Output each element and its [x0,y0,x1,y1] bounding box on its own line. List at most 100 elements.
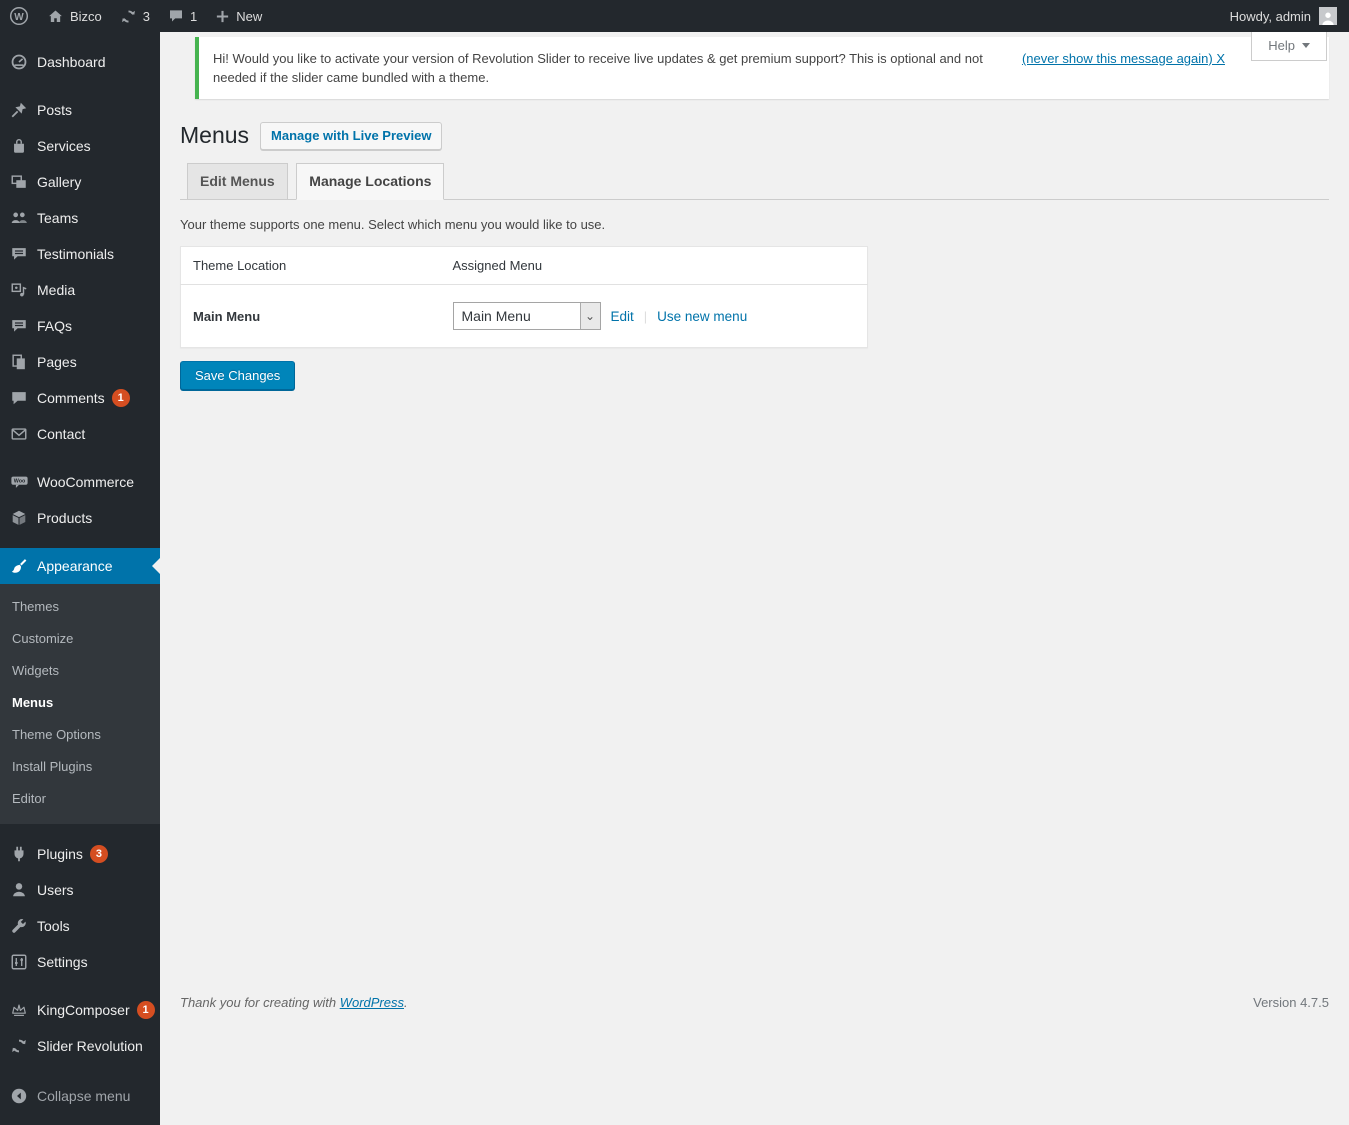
help-tab[interactable]: Help [1251,32,1327,61]
sidebar-item-kingcomposer[interactable]: KingComposer 1 [0,992,160,1028]
submenu-item-install-plugins[interactable]: Install Plugins [0,751,160,783]
sidebar-item-posts[interactable]: Posts [0,92,160,128]
sidebar-item-users[interactable]: Users [0,872,160,908]
footer-version: Version 4.7.5 [1253,995,1329,1010]
comments-badge: 1 [112,389,130,407]
updates-count: 3 [143,9,150,24]
avatar[interactable] [1319,7,1337,25]
wordpress-link[interactable]: WordPress [340,995,404,1010]
notice-message: Hi! Would you like to activate your vers… [213,49,1013,87]
svg-text:W: W [14,12,24,23]
people-icon [9,209,29,227]
dismiss-notice-link[interactable]: (never show this message again) X [1022,51,1225,66]
admin-bar: W Bizco 3 1 New Howdy, admin [0,0,1349,32]
sidebar-item-gallery[interactable]: Gallery [0,164,160,200]
quote-bubble-icon [9,317,29,335]
sidebar-item-testimonials[interactable]: Testimonials [0,236,160,272]
submenu-item-customize[interactable]: Customize [0,623,160,655]
edit-menu-link[interactable]: Edit [611,309,634,324]
link-separator: | [644,309,647,324]
submenu-item-widgets[interactable]: Widgets [0,655,160,687]
new-content-link[interactable]: New [206,0,271,32]
comments-link[interactable]: 1 [159,0,206,32]
brush-icon [9,557,29,575]
kingcomposer-badge: 1 [137,1001,155,1019]
save-changes-button[interactable]: Save Changes [180,361,295,390]
submenu-item-editor[interactable]: Editor [0,783,160,815]
box-icon [9,509,29,527]
footer: Thank you for creating with WordPress. V… [180,995,1329,1010]
use-new-menu-link[interactable]: Use new menu [657,309,747,324]
collapse-menu-button[interactable]: Collapse menu [0,1078,160,1114]
chevron-down-icon [1302,43,1310,52]
select-chevron-icon: ⌄ [580,303,600,329]
home-icon [47,8,64,25]
column-header-assigned-menu: Assigned Menu [441,247,868,285]
assigned-menu-select[interactable]: Main Menu ⌄ [453,302,601,330]
sliders-icon [9,953,29,971]
theme-menu-description: Your theme supports one menu. Select whi… [180,216,1329,234]
page-title: Menus [180,121,249,150]
sidebar-item-settings[interactable]: Settings [0,944,160,980]
revolution-slider-notice: (never show this message again) X Hi! Wo… [195,37,1329,99]
tab-edit-menus[interactable]: Edit Menus [187,163,288,199]
media-icon [9,281,29,299]
comment-bubble-icon [168,8,184,24]
envelope-icon [9,425,29,443]
theme-location-name: Main Menu [181,285,441,348]
comments-count: 1 [190,9,197,24]
circular-arrows-icon [9,1037,29,1055]
table-row: Main Menu Main Menu ⌄ Edit | Use new men… [181,285,868,348]
menu-locations-table: Theme Location Assigned Menu Main Menu M… [180,246,868,348]
new-label: New [236,9,262,24]
tab-manage-locations[interactable]: Manage Locations [296,163,444,200]
submenu-item-themes[interactable]: Themes [0,591,160,623]
appearance-submenu: Themes Customize Widgets Menus Theme Opt… [0,584,160,824]
crown-icon [9,1001,29,1019]
updates-icon [120,8,137,25]
collapse-arrow-icon [9,1087,29,1105]
wordpress-logo-icon[interactable]: W [0,0,38,32]
plus-icon [215,9,230,24]
svg-text:Woo: Woo [13,479,25,485]
column-header-theme-location: Theme Location [181,247,441,285]
quote-bubble-icon [9,245,29,263]
submenu-item-menus[interactable]: Menus [0,687,160,719]
sidebar-item-contact[interactable]: Contact [0,416,160,452]
gallery-icon [9,173,29,191]
sidebar-item-slider-revolution[interactable]: Slider Revolution [0,1028,160,1064]
bag-icon [9,137,29,155]
site-name-link[interactable]: Bizco [38,0,111,32]
sidebar-item-faqs[interactable]: FAQs [0,308,160,344]
site-name-label: Bizco [70,9,102,24]
plug-icon [9,845,29,863]
pushpin-icon [9,101,29,119]
submenu-item-theme-options[interactable]: Theme Options [0,719,160,751]
sidebar-item-products[interactable]: Products [0,500,160,536]
pages-icon [9,353,29,371]
sidebar-item-appearance[interactable]: Appearance [0,548,160,584]
sidebar: Dashboard Posts Services Gallery Teams T… [0,32,160,1125]
help-label: Help [1268,38,1295,53]
sidebar-item-media[interactable]: Media [0,272,160,308]
updates-link[interactable]: 3 [111,0,159,32]
sidebar-item-pages[interactable]: Pages [0,344,160,380]
manage-with-live-preview-button[interactable]: Manage with Live Preview [260,122,442,150]
account-menu[interactable]: Howdy, admin [1230,9,1311,24]
wrench-icon [9,917,29,935]
sidebar-item-tools[interactable]: Tools [0,908,160,944]
sidebar-item-plugins[interactable]: Plugins 3 [0,836,160,872]
selected-menu-value: Main Menu [454,308,531,324]
sidebar-item-teams[interactable]: Teams [0,200,160,236]
sidebar-item-woocommerce[interactable]: Woo WooCommerce [0,464,160,500]
tab-bar: Edit Menus Manage Locations [180,163,1329,200]
comment-bubble-icon [9,389,29,407]
footer-thanks: Thank you for creating with WordPress. [180,995,408,1010]
sidebar-item-services[interactable]: Services [0,128,160,164]
woocommerce-icon: Woo [9,473,29,491]
plugins-badge: 3 [90,845,108,863]
main-content: Help (never show this message again) X H… [160,32,1349,1125]
sidebar-item-dashboard[interactable]: Dashboard [0,44,160,80]
user-icon [9,881,29,899]
sidebar-item-comments[interactable]: Comments 1 [0,380,160,416]
